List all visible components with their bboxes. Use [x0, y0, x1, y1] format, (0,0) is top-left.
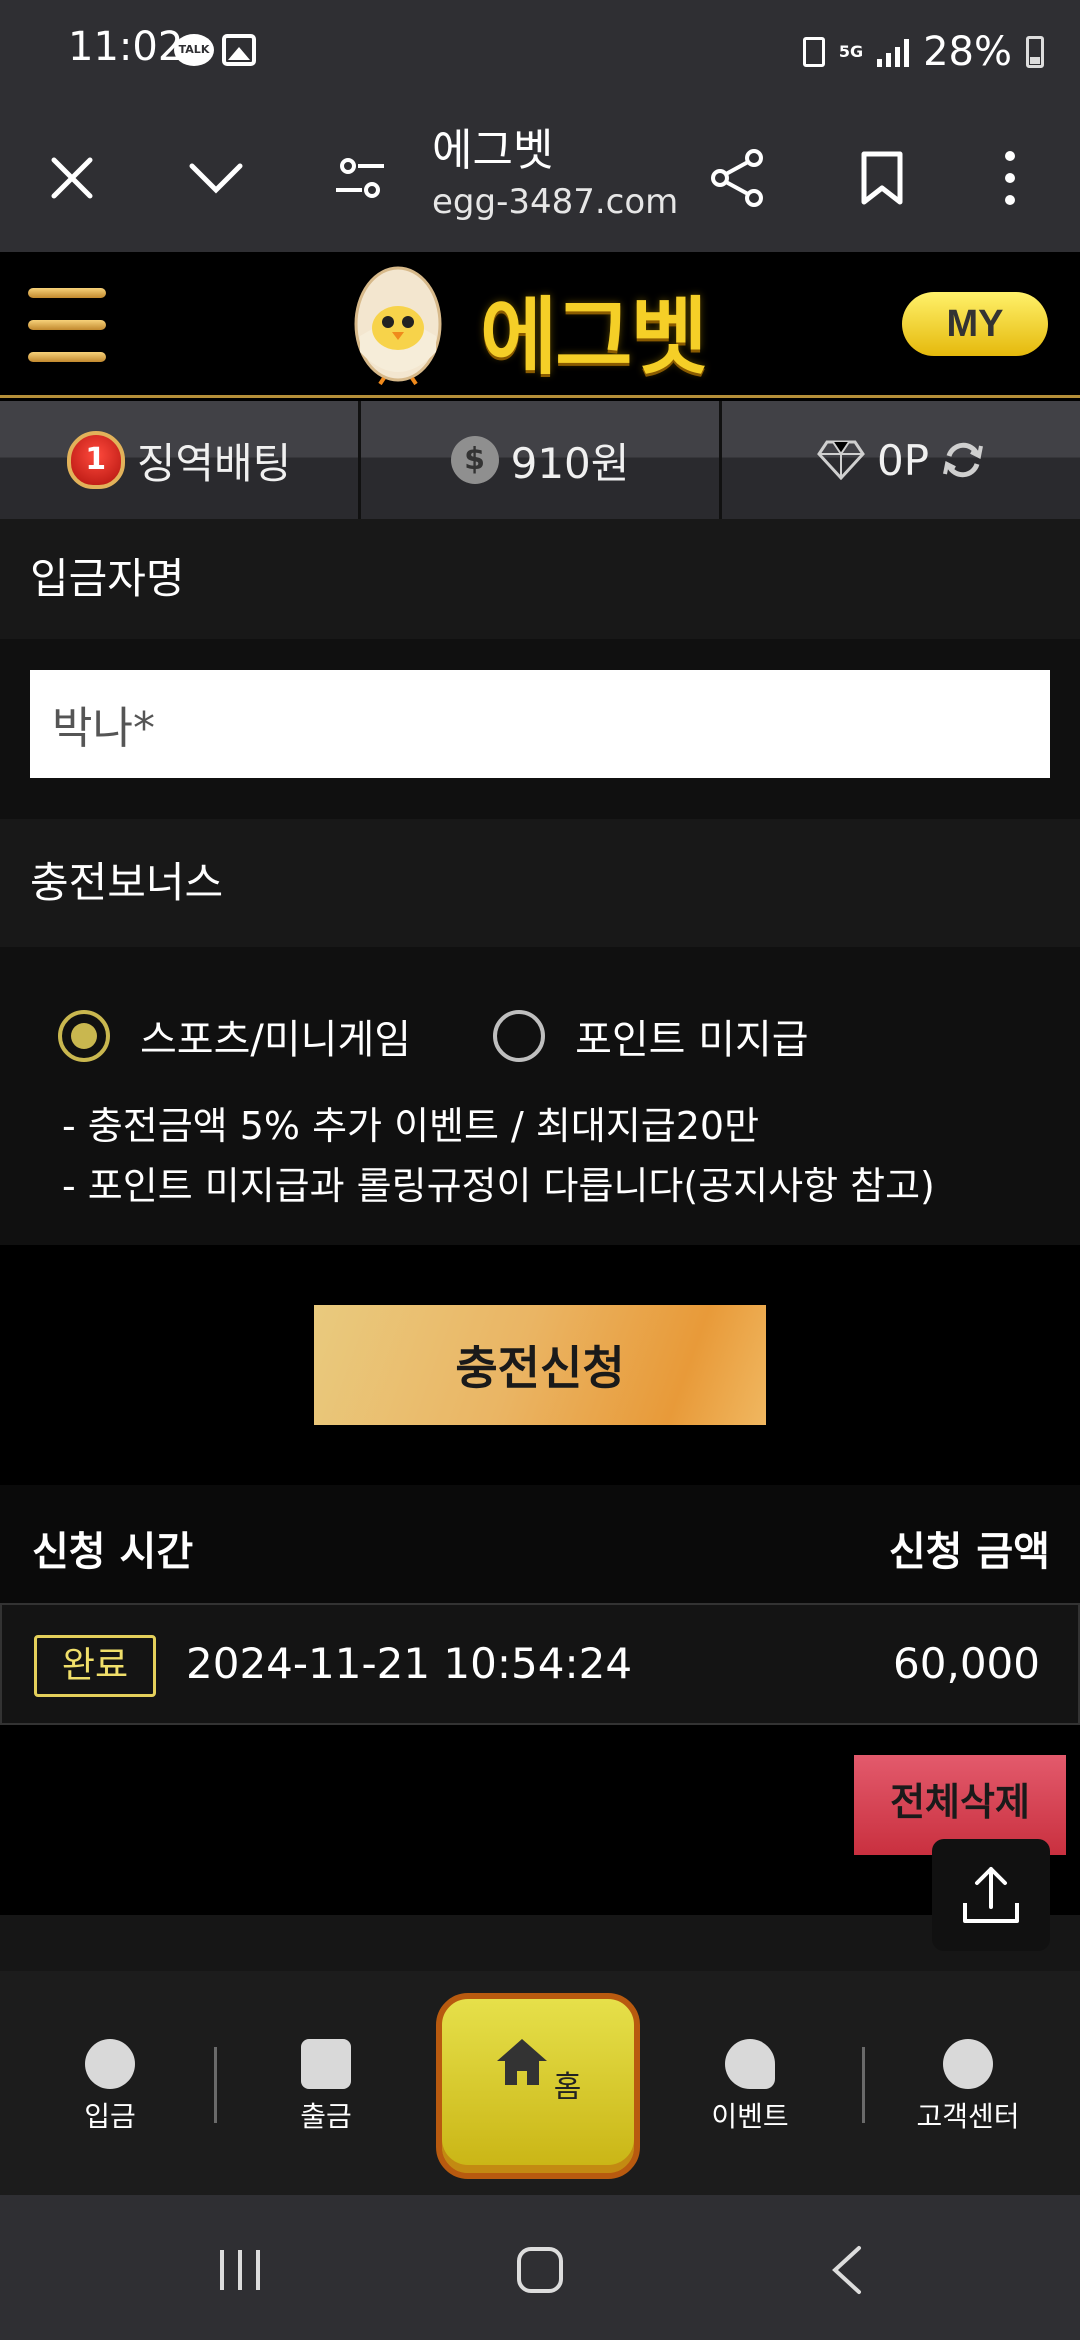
history-actions: 전체삭제 [0, 1725, 1080, 1915]
home-icon [496, 2039, 547, 2085]
close-icon [51, 157, 93, 199]
url-text[interactable]: egg-3487.com [432, 182, 678, 222]
radio-sports-minigame[interactable] [58, 1010, 110, 1062]
charge-bonus-label: 충전보너스 [0, 819, 1080, 947]
depositor-name-field[interactable] [30, 670, 1050, 778]
nav-label-deposit: 입금 [84, 2100, 136, 2133]
charge-request-button[interactable]: 충전신청 [314, 1305, 766, 1425]
bonus-options: 스포츠/미니게임 포인트 미지급 [58, 1007, 809, 1065]
site-settings-button[interactable] [312, 130, 408, 226]
user-level-cell[interactable]: 1 징역배팅 [0, 401, 361, 519]
event-rocket-icon [725, 2039, 775, 2089]
upload-icon [963, 1867, 1019, 1923]
nav-home[interactable]: 홈 [436, 1993, 640, 2179]
request-time: 2024-11-21 10:54:24 [186, 1639, 633, 1688]
back-chevron-icon [832, 2246, 861, 2294]
menu-icon-bar [28, 352, 106, 362]
username: 징역배팅 [136, 438, 292, 488]
signal-icon [877, 37, 910, 67]
request-amount: 60,000 [893, 1639, 1040, 1688]
battery-icon [1026, 36, 1044, 68]
option-label-no-points[interactable]: 포인트 미지급 [575, 1007, 809, 1065]
chevron-down-icon [189, 163, 243, 194]
coin-icon: $ [450, 436, 499, 484]
spacer [0, 1915, 1080, 1971]
home-square-icon [517, 2247, 563, 2293]
system-navigation-bar [0, 2195, 1080, 2340]
share-icon [711, 149, 763, 207]
back-button[interactable] [806, 2235, 886, 2305]
battery-saver-icon [802, 37, 825, 67]
page-title[interactable]: 에그벳 [432, 114, 553, 178]
column-header-time: 신청 시간 [32, 1529, 194, 1575]
menu-icon-bar [28, 288, 106, 298]
divider [214, 2047, 217, 2123]
nav-customer-center[interactable]: 고객센터 [888, 2039, 1048, 2135]
nav-label-event: 이벤트 [711, 2100, 789, 2133]
bonus-note: - 충전금액 5% 추가 이벤트 / 최대지급20만 [62, 1104, 760, 1148]
close-tab-button[interactable] [24, 130, 120, 226]
bottom-navigation: 입금 출금 홈 이벤트 고객센터 [0, 1971, 1080, 2195]
points-cell: 0P [722, 401, 1080, 519]
status-time: 11:02 [68, 24, 184, 70]
balance-value: 910원 [510, 438, 630, 488]
diamond-icon [817, 440, 865, 480]
browser-toolbar: 에그벳 egg-3487.com [0, 104, 1080, 252]
my-page-button[interactable]: MY [902, 292, 1048, 356]
table-row[interactable]: 완료 2024-11-21 10:54:24 60,000 [0, 1603, 1080, 1725]
nav-deposit[interactable]: 입금 [30, 2039, 190, 2135]
share-button[interactable] [690, 130, 786, 226]
collapse-button[interactable] [168, 130, 264, 226]
network-type-icon: 5G [838, 42, 864, 61]
status-bar: 11:02 TALK 5G 28% [0, 0, 1080, 104]
withdraw-bag-icon [301, 2039, 351, 2089]
chat-bubble-icon [943, 2039, 993, 2089]
depositor-name-label: 입금자명 [0, 519, 1080, 639]
bookmark-button[interactable] [834, 130, 930, 226]
bonus-note: - 포인트 미지급과 롤링규정이 다릅니다(공지사항 참고) [62, 1164, 935, 1208]
bookmark-icon [861, 151, 903, 205]
site-header: 에그벳 MY [0, 252, 1080, 398]
more-options-button[interactable] [962, 130, 1058, 226]
divider [862, 2047, 865, 2123]
menu-icon-bar [28, 320, 106, 330]
more-vertical-icon [1005, 151, 1015, 205]
gallery-notification-icon [222, 34, 256, 66]
recent-apps-button[interactable] [200, 2235, 280, 2305]
settings-sliders-icon [336, 158, 384, 198]
deposit-coins-icon [85, 2039, 135, 2089]
nav-label-customer-center: 고객센터 [916, 2100, 1020, 2133]
points-value: 0P [876, 435, 930, 485]
charge-bonus-section: 스포츠/미니게임 포인트 미지급 - 충전금액 5% 추가 이벤트 / 최대지급… [0, 947, 1080, 1245]
option-label-sports-minigame[interactable]: 스포츠/미니게임 [140, 1007, 411, 1065]
egg-mascot-logo[interactable] [352, 262, 444, 386]
user-info-bar: 1 징역배팅 $ 910원 0P [0, 401, 1080, 519]
battery-percent: 28% [923, 29, 1012, 75]
status-badge: 완료 [34, 1635, 156, 1697]
kakaotalk-notification-icon: TALK [174, 34, 214, 66]
history-table-header: 신청 시간 신청 금액 [0, 1485, 1080, 1603]
depositor-name-section [0, 639, 1080, 819]
column-header-amount: 신청 금액 [888, 1529, 1050, 1575]
nav-label-home: 홈 [553, 2070, 582, 2105]
level-badge-icon: 1 [66, 431, 125, 489]
nav-event[interactable]: 이벤트 [670, 2039, 830, 2135]
scroll-to-top-button[interactable] [932, 1839, 1050, 1951]
brand-logo-text[interactable]: 에그벳 [480, 270, 708, 391]
balance-cell[interactable]: $ 910원 [361, 401, 722, 519]
home-system-button[interactable] [500, 2235, 580, 2305]
radio-no-points[interactable] [493, 1010, 546, 1062]
nav-withdraw[interactable]: 출금 [246, 2039, 406, 2135]
charge-submit-section: 충전신청 [0, 1245, 1080, 1485]
nav-label-withdraw: 출금 [300, 2100, 352, 2133]
menu-button[interactable] [28, 288, 106, 362]
recent-apps-icon [220, 2250, 260, 2290]
refresh-icon[interactable] [941, 438, 985, 482]
